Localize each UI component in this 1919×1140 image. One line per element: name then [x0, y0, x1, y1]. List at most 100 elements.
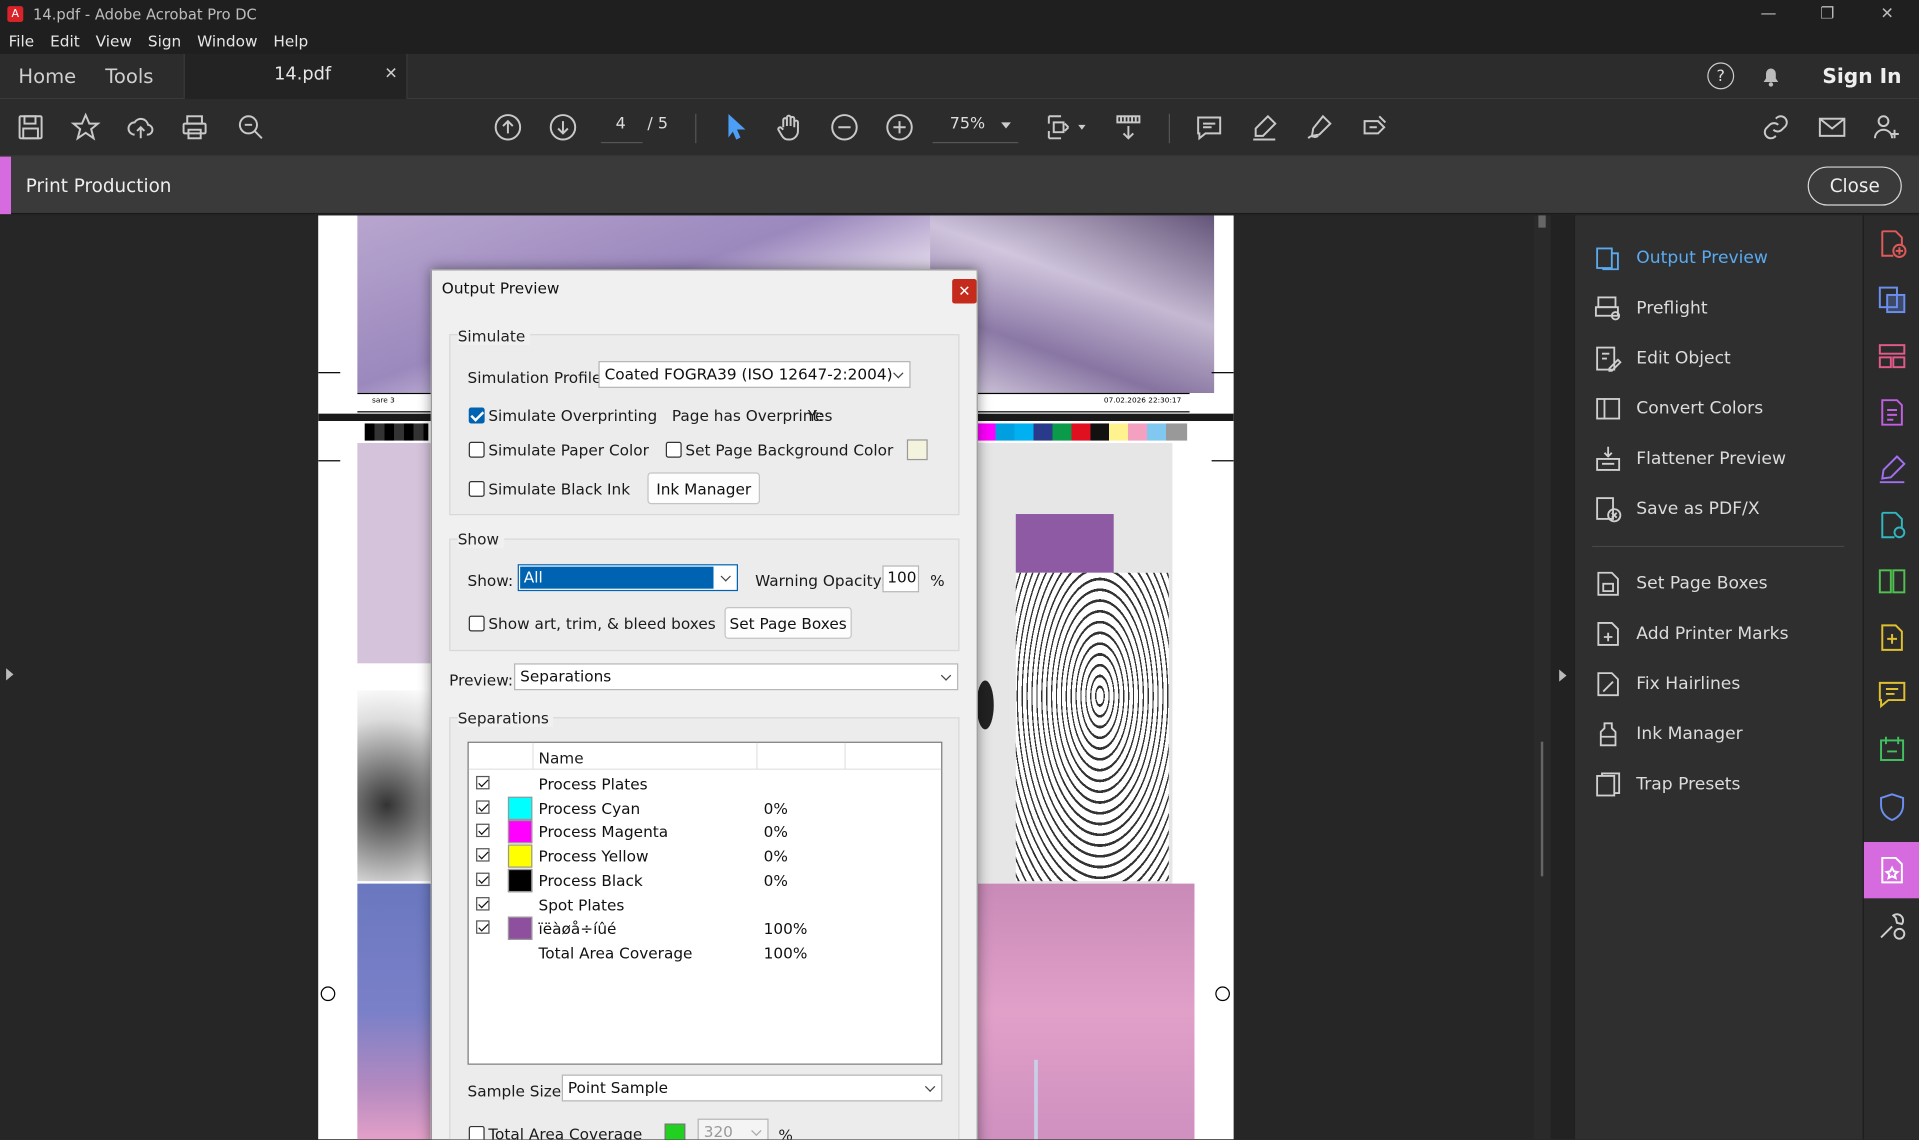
- convert-colors-item[interactable]: Convert Colors: [1593, 393, 1763, 425]
- request-signature-icon[interactable]: [1876, 509, 1908, 541]
- add-user-icon[interactable]: [1871, 111, 1903, 143]
- sign-icon[interactable]: [1303, 111, 1335, 143]
- save-icon[interactable]: [15, 111, 47, 143]
- separation-row[interactable]: ïëàøå÷íûé 100%: [469, 916, 941, 941]
- separation-checkbox[interactable]: [476, 920, 490, 935]
- select-cursor-icon[interactable]: [720, 111, 752, 143]
- close-tab-icon[interactable]: ✕: [384, 65, 397, 83]
- compare-icon[interactable]: [1876, 565, 1908, 597]
- print-production-icon[interactable]: [1876, 854, 1908, 886]
- save-as-pdfx-item[interactable]: Save as PDF/X: [1593, 493, 1760, 525]
- zoom-in-icon[interactable]: [884, 111, 916, 143]
- bell-icon[interactable]: [1759, 64, 1783, 88]
- show-boxes-checkbox[interactable]: [468, 615, 485, 632]
- zoom-search-icon[interactable]: [235, 111, 267, 143]
- create-pdf-icon[interactable]: [1876, 228, 1908, 260]
- separations-list[interactable]: Name Process Plates Process Cyan 0% Process…: [467, 741, 943, 1065]
- ink-manager-item[interactable]: Ink Manager: [1593, 718, 1743, 750]
- menu-window[interactable]: Window: [189, 32, 265, 50]
- set-page-boxes-item[interactable]: Set Page Boxes: [1593, 568, 1768, 600]
- menu-sign[interactable]: Sign: [139, 32, 188, 50]
- tab-document[interactable]: 14.pdf ✕: [183, 53, 408, 100]
- close-tool-button[interactable]: Close: [1807, 166, 1902, 206]
- separation-checkbox[interactable]: [476, 896, 490, 910]
- share-link-icon[interactable]: [1760, 111, 1792, 143]
- next-page-icon[interactable]: [547, 111, 579, 143]
- preflight-item[interactable]: Preflight: [1593, 293, 1708, 325]
- menu-file[interactable]: File: [0, 32, 42, 50]
- customize-tools-icon[interactable]: [1876, 911, 1908, 943]
- highlight-pen-icon[interactable]: [1248, 111, 1280, 143]
- fit-dropdown-icon[interactable]: [1078, 124, 1086, 130]
- separation-checkbox[interactable]: [476, 872, 490, 886]
- fix-hairlines-item[interactable]: Fix Hairlines: [1593, 668, 1740, 700]
- scroll-mode-icon[interactable]: [1112, 111, 1144, 143]
- ink-manager-button[interactable]: Ink Manager: [647, 472, 761, 505]
- separation-row[interactable]: Spot Plates: [469, 893, 941, 916]
- set-page-boxes-button[interactable]: Set Page Boxes: [724, 607, 852, 639]
- organize-pages-icon[interactable]: [1876, 340, 1908, 372]
- separation-checkbox[interactable]: [476, 800, 490, 814]
- collapse-right-panel-icon[interactable]: [1559, 669, 1567, 682]
- add-printer-marks-item[interactable]: Add Printer Marks: [1593, 618, 1789, 650]
- sign-tool-icon[interactable]: [1876, 453, 1908, 485]
- separation-checkbox[interactable]: [476, 775, 490, 790]
- tac-warning-color-swatch[interactable]: [664, 1123, 686, 1140]
- tab-tools[interactable]: Tools: [105, 54, 153, 98]
- warning-opacity-input[interactable]: 100: [882, 565, 920, 593]
- separation-row[interactable]: Process Black 0%: [469, 868, 941, 892]
- protect-icon[interactable]: [1876, 734, 1908, 766]
- edit-object-item[interactable]: Edit Object: [1593, 343, 1731, 375]
- zoom-dropdown-icon[interactable]: [1001, 122, 1011, 129]
- fit-page-icon[interactable]: [1043, 111, 1075, 143]
- tab-home[interactable]: Home: [18, 54, 76, 98]
- export-pdf-icon[interactable]: [1876, 284, 1908, 316]
- show-select[interactable]: All: [517, 564, 738, 592]
- separation-row[interactable]: Process Plates: [469, 772, 941, 795]
- edit-pdf-icon[interactable]: [1876, 397, 1908, 429]
- separation-row[interactable]: Process Yellow 0%: [469, 844, 941, 868]
- zoom-out-icon[interactable]: [829, 111, 861, 143]
- upload-icon[interactable]: [125, 111, 157, 143]
- comment-icon[interactable]: [1193, 111, 1225, 143]
- vertical-scrollbar[interactable]: [1533, 215, 1551, 1140]
- minimize-button[interactable]: —: [1740, 0, 1796, 28]
- shield-icon[interactable]: [1876, 791, 1908, 823]
- tac-value-input[interactable]: 320: [697, 1118, 769, 1140]
- simulation-profile-select[interactable]: Coated FOGRA39 (ISO 12647-2:2004): [598, 361, 911, 388]
- email-icon[interactable]: [1816, 111, 1848, 143]
- expand-left-panel-icon[interactable]: [6, 668, 14, 681]
- trap-presets-item[interactable]: Trap Presets: [1593, 769, 1740, 801]
- simulate-overprinting-checkbox[interactable]: [468, 407, 485, 424]
- separation-row[interactable]: Process Cyan 0%: [469, 796, 941, 820]
- sign-in-button[interactable]: Sign In: [1822, 65, 1901, 88]
- scan-ocr-icon[interactable]: [1876, 622, 1908, 654]
- close-window-button[interactable]: ✕: [1859, 0, 1915, 28]
- fill-sign-icon[interactable]: [1358, 111, 1390, 143]
- restore-button[interactable]: ❐: [1799, 0, 1855, 28]
- preview-select[interactable]: Separations: [514, 663, 959, 691]
- simulate-paper-color-checkbox[interactable]: [468, 441, 485, 458]
- menu-help[interactable]: Help: [265, 32, 316, 50]
- set-page-background-checkbox[interactable]: [665, 441, 682, 458]
- separation-checkbox[interactable]: [476, 824, 490, 838]
- dialog-close-button[interactable]: ✕: [952, 279, 977, 304]
- flattener-preview-item[interactable]: Flattener Preview: [1593, 443, 1786, 475]
- help-icon[interactable]: ?: [1707, 62, 1735, 90]
- print-icon[interactable]: [179, 111, 211, 143]
- separation-row[interactable]: Process Magenta 0%: [469, 820, 941, 844]
- separation-row[interactable]: Total Area Coverage 100%: [469, 941, 941, 964]
- simulate-black-ink-checkbox[interactable]: [468, 480, 485, 497]
- sample-size-select[interactable]: Point Sample: [561, 1074, 943, 1102]
- background-color-swatch[interactable]: [906, 439, 928, 461]
- prev-page-icon[interactable]: [492, 111, 524, 143]
- zoom-level-input[interactable]: 75%: [950, 115, 985, 133]
- current-page-input[interactable]: 4: [616, 115, 626, 133]
- total-area-coverage-checkbox[interactable]: [468, 1125, 485, 1140]
- output-preview-item[interactable]: Output Preview: [1593, 242, 1768, 274]
- menu-view[interactable]: View: [87, 32, 139, 50]
- menu-edit[interactable]: Edit: [42, 32, 88, 50]
- star-icon[interactable]: [70, 111, 102, 143]
- separation-checkbox[interactable]: [476, 848, 490, 862]
- comment-tool-icon[interactable]: [1876, 678, 1908, 710]
